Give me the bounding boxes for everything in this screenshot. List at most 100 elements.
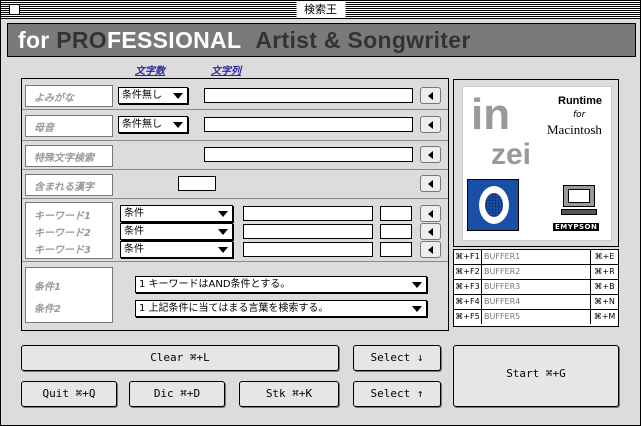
buffer-shortcut: ⌘+N [590,295,618,309]
keyword3-count-input[interactable] [380,242,412,257]
keyword2-count-input[interactable] [380,224,412,239]
keyword2-label: キーワード2 [34,228,91,239]
keyword3-label: キーワード3 [34,245,91,256]
select-down-button[interactable]: Select ↓ [353,345,441,371]
logo-runtime: Runtime [558,95,602,107]
condition2-value: 1 上記条件に当てはまる言葉を検索する。 [139,303,329,314]
buffer-key: ⌘+F2 [454,265,482,279]
chevron-down-icon [412,282,422,288]
chevron-down-icon [173,93,183,99]
select-up-button[interactable]: Select ↑ [353,381,441,407]
computer-icon [561,185,599,219]
banner-text: for PROFESSIONAL Artist & Songwriter [18,27,471,54]
dic-button[interactable]: Dic ⌘+D [129,381,225,407]
buffer-key: ⌘+F4 [454,295,482,309]
keyword-labels: キーワード1 キーワード2 キーワード3 [25,202,113,259]
start-button[interactable]: Start ⌘+G [453,345,619,407]
keyword3-condition-select[interactable]: 条件 [120,241,233,258]
buffer-row[interactable]: ⌘+F3 BUFFER3 ⌘+B [454,280,618,295]
chevron-down-icon [218,247,228,253]
keyword1-input[interactable] [243,206,373,221]
keyword1-arrow-button[interactable] [420,205,441,222]
keyword1-condition-select[interactable]: 条件 [120,205,233,222]
buffer-name: BUFFER1 [484,252,521,261]
condition1-label: 条件1 [34,282,61,293]
buffer-shortcut: ⌘+R [590,265,618,279]
yomi-label: よみがな [25,85,113,107]
banner-part2: PRO [56,27,107,53]
keyword2-input[interactable] [243,224,373,239]
keyword1-condition-value: 条件 [124,208,144,219]
buffer-name: BUFFER3 [484,282,521,291]
special-chars-arrow-button[interactable] [420,146,441,163]
logo-for: for [573,110,586,120]
yomi-input[interactable] [204,88,413,103]
keyword2-condition-select[interactable]: 条件 [120,223,233,240]
keyword1-label: キーワード1 [34,211,91,222]
logo-macintosh: Macintosh [547,122,602,137]
column-header-char-order: 文字列 [211,66,241,77]
chevron-down-icon [218,229,228,235]
logo-zei: zei [491,138,532,171]
special-chars-label: 特殊文字検索 [25,145,113,167]
vowel-arrow-button[interactable] [420,116,441,133]
keyword2-condition-value: 条件 [124,226,144,237]
keyword2-arrow-button[interactable] [420,223,441,240]
row-yomi: よみがな 条件無し [22,83,448,110]
chevron-down-icon [218,211,228,217]
buffer-row[interactable]: ⌘+F2 BUFFER2 ⌘+R [454,265,618,280]
buffer-shortcut: ⌘+E [590,250,618,264]
buffer-row[interactable]: ⌘+F1 BUFFER1 ⌘+E [454,250,618,265]
condition-labels: 条件1 条件2 [25,267,113,323]
buffer-key: ⌘+F5 [454,310,482,324]
chevron-down-icon [173,122,183,128]
include-kanji-input[interactable] [178,176,216,191]
window-title: 検索王 [296,2,345,17]
buffer-shortcut: ⌘+B [590,280,618,294]
clear-button[interactable]: Clear ⌘+L [21,345,339,371]
keyword1-count-input[interactable] [380,206,412,221]
buffer-row[interactable]: ⌘+F4 BUFFER4 ⌘+N [454,295,618,310]
special-chars-input[interactable] [204,147,413,162]
condition2-select[interactable]: 1 上記条件に当てはまる言葉を検索する。 [135,300,427,317]
buffer-name: BUFFER5 [484,312,521,321]
vowel-label: 母音 [25,115,113,137]
yomi-condition-value: 条件無し [122,90,162,101]
logo-panel: in zei Runtime for Macintosh EMYPSON [453,79,619,247]
buffer-key: ⌘+F3 [454,280,482,294]
vowel-condition-select[interactable]: 条件無し [118,116,188,133]
buffer-shortcut: ⌘+M [590,310,618,324]
yomi-arrow-button[interactable] [420,87,441,104]
app-banner: for PROFESSIONAL Artist & Songwriter [7,23,636,57]
keyword3-input[interactable] [243,242,373,257]
quit-button[interactable]: Quit ⌘+Q [21,381,117,407]
column-header-char-count: 文字数 [135,66,165,77]
row-vowel: 母音 条件無し [22,111,448,141]
title-bar[interactable]: 検索王 [1,1,640,19]
condition1-value: 1 キーワードはAND条件とする。 [139,279,291,290]
stk-button[interactable]: Stk ⌘+K [239,381,339,407]
buffer-row[interactable]: ⌘+F5 BUFFER5 ⌘+M [454,310,618,325]
yomi-condition-select[interactable]: 条件無し [118,87,188,104]
banner-part4: Artist & Songwriter [255,27,471,53]
include-kanji-label: 含まれる漢字 [25,174,113,196]
logo-in: in [471,90,511,139]
keyword3-condition-value: 条件 [124,244,144,255]
condition1-select[interactable]: 1 キーワードはAND条件とする。 [135,276,427,293]
condition2-label: 条件2 [34,304,61,315]
keyword3-arrow-button[interactable] [420,241,441,258]
chevron-down-icon [412,306,422,312]
globe-icon [467,179,519,231]
vowel-input[interactable] [204,117,413,132]
row-special-chars: 特殊文字検索 [22,142,448,170]
buffer-key: ⌘+F1 [454,250,482,264]
buffer-name: BUFFER2 [484,267,521,276]
banner-part1: for [18,27,57,53]
include-kanji-arrow-button[interactable] [420,175,441,192]
app-logo: in zei Runtime for Macintosh EMYPSON [462,86,612,241]
row-conditions: 条件1 条件2 1 キーワードはAND条件とする。 1 上記条件に当てはまる言葉… [22,263,448,329]
main-window: 検索王 for PROFESSIONAL Artist & Songwriter … [0,0,641,426]
banner-part3: FESSIONAL [107,27,242,53]
row-keywords: キーワード1 キーワード2 キーワード3 条件 条件 条件 [22,200,448,262]
close-box[interactable] [9,4,20,15]
